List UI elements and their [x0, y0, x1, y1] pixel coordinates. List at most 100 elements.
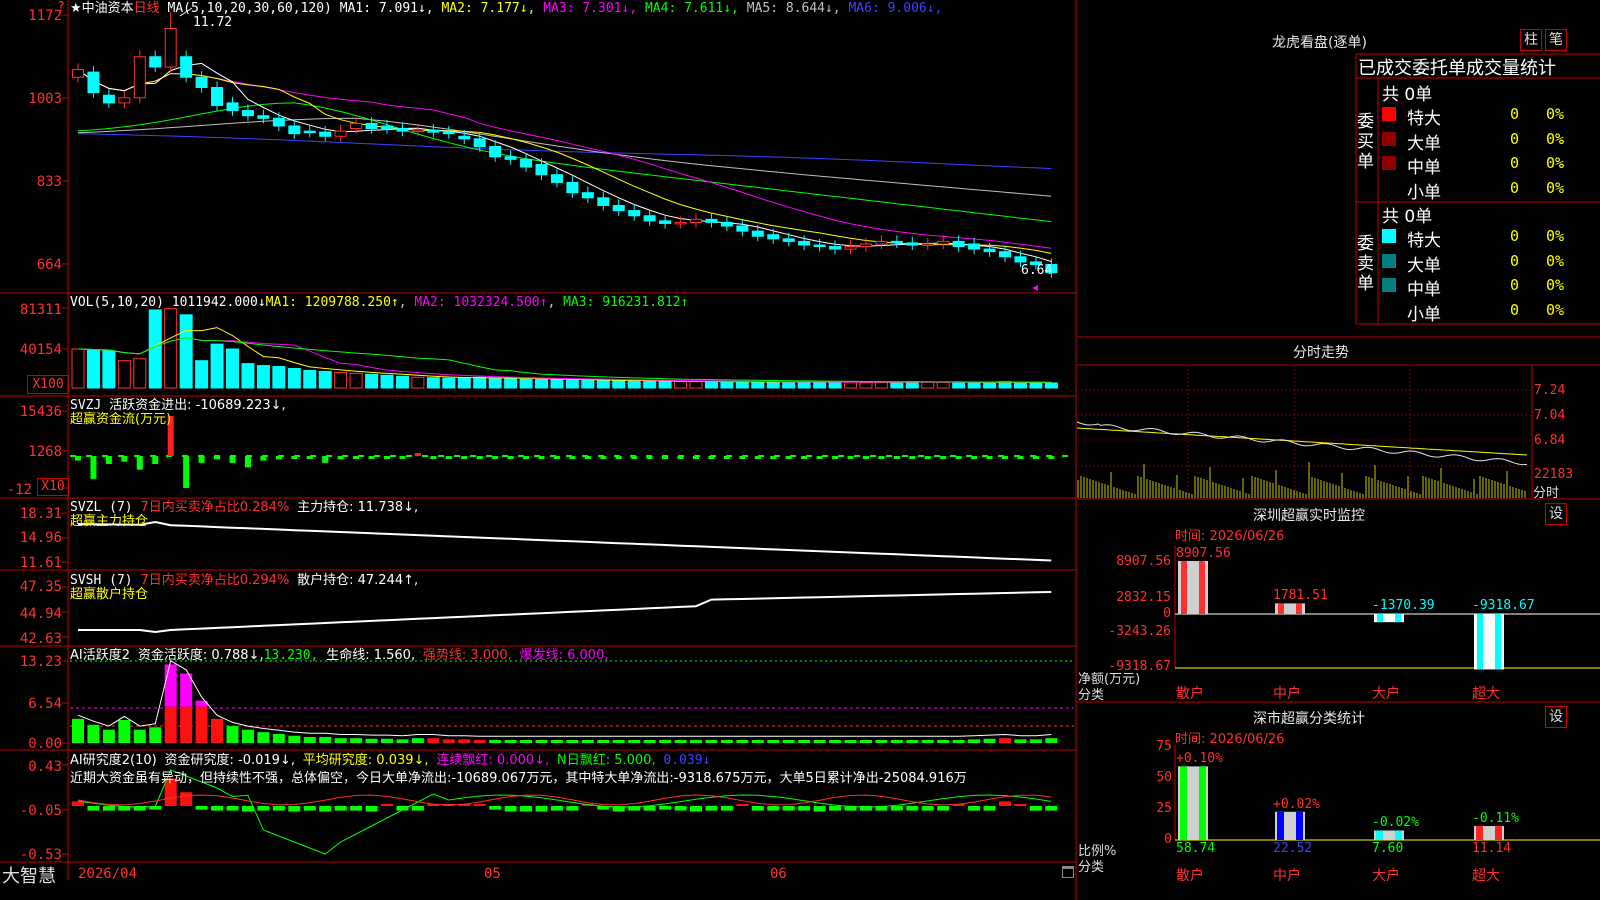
ai-research-red-line	[77, 794, 1052, 806]
svzj-bar	[1017, 456, 1024, 459]
svzj-bar	[739, 456, 746, 459]
period-label[interactable]: 日线	[134, 1, 160, 16]
volume-bar	[550, 379, 564, 389]
candle-body	[272, 117, 285, 127]
svzj-bar	[214, 456, 221, 460]
lock-icon[interactable]	[1062, 866, 1074, 878]
ma-legend-item: MA1: 7.091↓,	[339, 1, 434, 16]
svzj-bar	[384, 456, 390, 459]
ai-research-bar	[180, 792, 193, 806]
vol-value: 1011942.000↓	[171, 295, 266, 310]
ai-research-bar	[813, 806, 826, 812]
sz-monitor-ytick-2: 0	[1163, 606, 1171, 621]
candle-body	[350, 122, 363, 130]
candle-body	[334, 130, 347, 137]
ai-active-bar	[442, 739, 455, 743]
ai-research-bar	[241, 806, 254, 812]
ma-legend-item: MA3: 7.301↓,	[535, 1, 638, 16]
intraday-ytick-1: 7.04	[1534, 408, 1566, 423]
svzj-bar	[847, 456, 854, 459]
ai-active-bar	[504, 739, 517, 743]
ai-research-bar	[535, 806, 548, 812]
candle-body	[180, 56, 193, 78]
volume-bar	[612, 380, 626, 389]
volume-bar	[86, 349, 100, 389]
ai-active-bar	[782, 739, 795, 743]
longhu-subtitle: 已成交委托单成交量统计	[1358, 58, 1556, 79]
ai-active-bar	[875, 739, 888, 743]
intraday-price-line	[1076, 421, 1528, 466]
sz-monitor-bar-stripe	[1199, 561, 1205, 614]
sz-stats-ytick-3: 0	[1164, 832, 1172, 847]
candle-body	[303, 130, 316, 134]
sz-stats-bar-stripe	[1495, 826, 1502, 840]
volume-bar	[226, 348, 239, 389]
xaxis-label-0: 2026/04	[78, 866, 138, 882]
volume-bar	[720, 381, 734, 389]
last-marker	[1032, 285, 1038, 291]
ma-legend-item: MA2: 7.177↓,	[433, 1, 536, 16]
stock-name[interactable]: 中油资本	[82, 1, 134, 16]
pen-mode-button[interactable]: 笔	[1545, 29, 1567, 51]
sz-monitor-title: 深圳超赢实时监控	[1253, 508, 1365, 524]
candle-body	[257, 115, 270, 119]
sz-stats-settings-button[interactable]: 设	[1545, 706, 1567, 728]
ai-research-bar	[798, 806, 811, 811]
sell-row-name: 特大	[1407, 231, 1441, 251]
ai-active-bar	[844, 739, 857, 743]
sz-stats-bar-group	[1275, 811, 1305, 840]
ai-active-bar	[102, 729, 115, 743]
svzj-bar	[708, 456, 715, 459]
volume-bar	[627, 380, 641, 389]
svzj-bar	[492, 456, 499, 459]
ai-research-bar	[195, 806, 208, 810]
star-icon[interactable]: ★	[70, 1, 82, 16]
ai-active-a2: 13.230,	[263, 648, 319, 663]
buy-row-count: 0	[1510, 154, 1520, 172]
sell-row-count: 0	[1510, 276, 1520, 294]
ai-active-bar	[597, 739, 610, 743]
ai-research-bar	[705, 806, 718, 811]
svzj-ytick-1: 1268	[28, 444, 62, 460]
high-note: 11.72	[193, 15, 233, 30]
ai-active-bar	[149, 727, 162, 743]
svzj-bar	[445, 456, 452, 459]
ai-active-bar	[288, 735, 301, 743]
svzj-bar	[754, 456, 761, 459]
svzj-bar	[136, 456, 143, 470]
ai-active-bar	[489, 739, 502, 743]
ai-active-bar	[473, 739, 486, 743]
sz-stats-cat: 分类	[1078, 860, 1105, 875]
ai-research-bar	[906, 806, 919, 811]
svsh-hold: 散户持仓: 47.244↑,	[297, 573, 419, 588]
ai-research-bar	[1045, 806, 1058, 811]
sell-row-pct: 0%	[1546, 276, 1565, 294]
svzj-bar	[291, 456, 298, 459]
svzj-bar	[816, 456, 823, 459]
sz-monitor-bar-group	[1275, 603, 1305, 614]
ai-research-bar	[489, 806, 502, 810]
svzj-header: SVZJ 活跃资金进出: -10689.223↓,	[70, 398, 286, 413]
ma-legend-item: MA6: 9.006↓,	[840, 1, 943, 16]
brand-logo[interactable]: 大智慧	[2, 862, 56, 888]
ai-active-bar	[612, 739, 625, 743]
sz-stats-bar-stripe	[1296, 811, 1303, 840]
volume-bar	[241, 363, 255, 389]
ai-active-header: AI活跃度2 资金活跃度: 0.788↓,13.230, 生命线: 1.560,…	[70, 648, 609, 663]
intraday-time-label[interactable]: 分时	[1533, 482, 1559, 501]
svzj-bar	[785, 456, 792, 459]
volume-bar	[890, 381, 904, 389]
ai-active-bar	[566, 739, 579, 743]
ai-active-bar	[1029, 739, 1042, 743]
sz-monitor-settings-button[interactable]: 设	[1545, 503, 1567, 525]
sz-monitor-bar-stripe	[1278, 603, 1284, 614]
buy-side-label: 委买单	[1357, 112, 1374, 172]
ai-active-a1: 资金活跃度: 0.788↓,	[137, 648, 264, 663]
vol-ma1-line	[77, 327, 1052, 383]
ai-active-bar	[118, 720, 131, 743]
bar-mode-button[interactable]: 柱	[1520, 29, 1542, 51]
svzj-bar	[646, 456, 653, 459]
ai-research-bar	[890, 806, 903, 811]
volume-bar	[318, 370, 332, 389]
sz-monitor-bar-label: -1370.39	[1372, 598, 1435, 613]
